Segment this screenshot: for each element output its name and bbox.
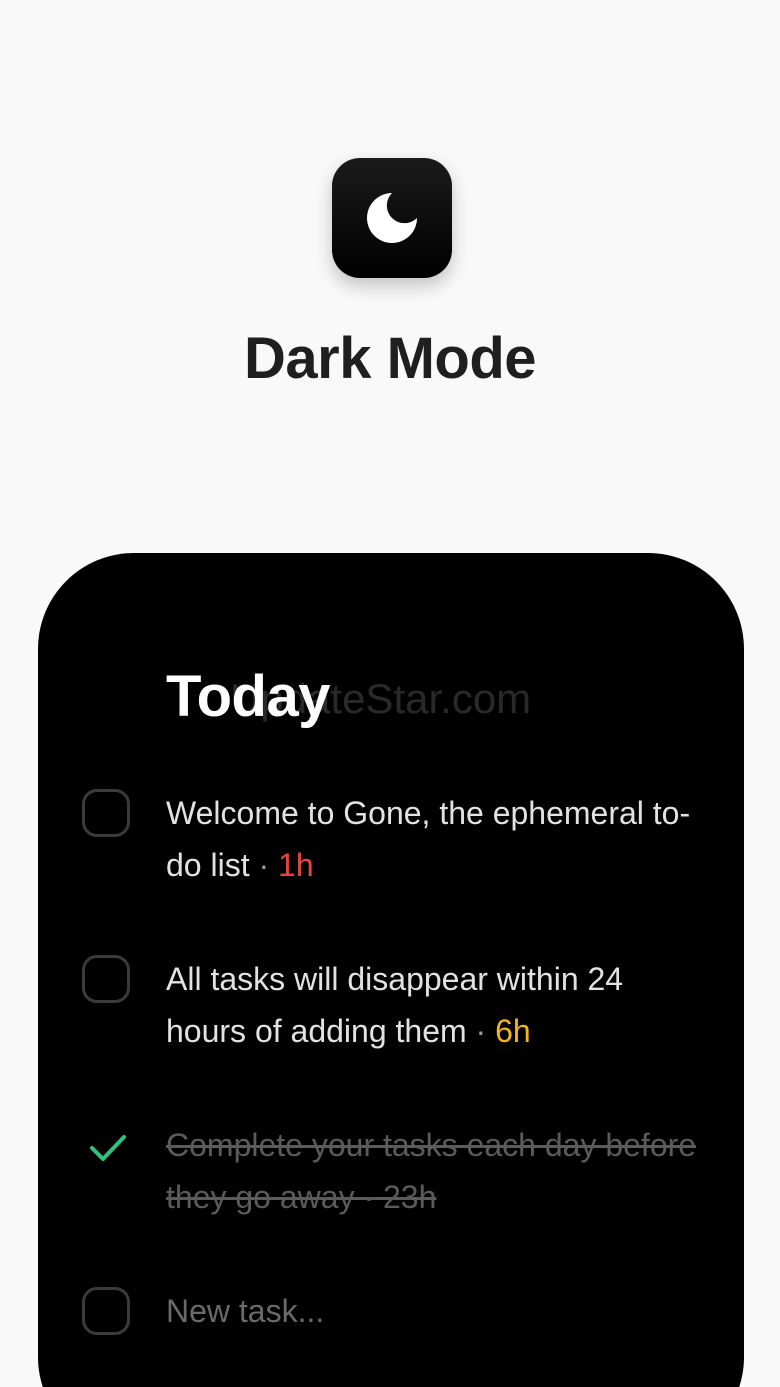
task-age: 6h [495, 1013, 531, 1049]
task-separator: · [258, 847, 270, 883]
watermark: UpdateStar.com [230, 675, 532, 722]
new-task-input[interactable]: New task... [166, 1285, 324, 1337]
task-title: Welcome to Gone, the ephemeral to-do lis… [166, 795, 691, 883]
task-checkbox[interactable] [82, 955, 130, 1003]
task-text[interactable]: Complete your tasks each day before they… [166, 1119, 706, 1223]
feature-title: Dark Mode [243, 326, 537, 391]
dark-mode-app-icon [332, 158, 452, 278]
phone-screen: Today UpdateStar.com Welcome to Gone, th… [38, 553, 744, 1387]
task-text[interactable]: All tasks will disappear within 24 hours… [166, 953, 706, 1057]
task-checkbox[interactable] [82, 789, 130, 837]
task-age: 23h [383, 1179, 437, 1215]
moon-icon [367, 193, 417, 243]
new-task-checkbox [82, 1287, 130, 1335]
task-age: 1h [278, 847, 314, 883]
screenshot-page: Dark Mode Today UpdateStar.com Welcome t… [0, 0, 780, 1387]
task-title: All tasks will disappear within 24 hours… [166, 961, 624, 1049]
task-text[interactable]: Welcome to Gone, the ephemeral to-do lis… [166, 787, 706, 891]
task-separator: · [475, 1013, 487, 1049]
task-separator: · [363, 1179, 375, 1215]
checkmark-icon[interactable] [88, 1133, 128, 1163]
